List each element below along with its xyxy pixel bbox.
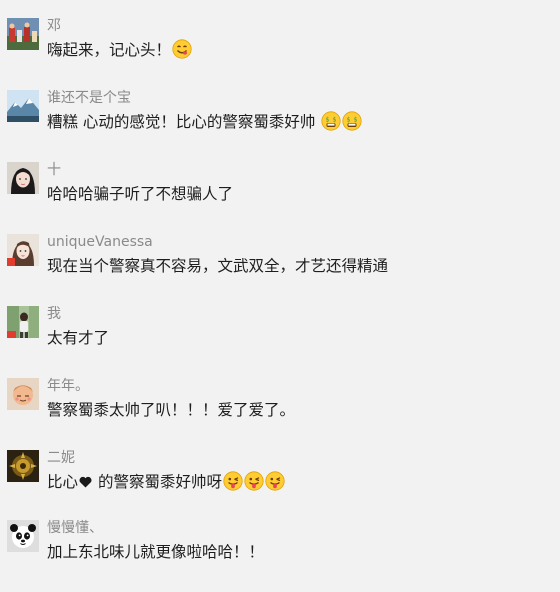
comment-text-before: 比心 xyxy=(47,473,79,491)
comment-item: uniqueVanessa 现在当个警察真不容易，文武双全，才艺还得精通 xyxy=(0,234,560,306)
comment-text: 嗨起来，记心头！ xyxy=(47,39,192,61)
svg-text:$: $ xyxy=(326,117,330,124)
comment-author[interactable]: 谁还不是个宝 xyxy=(47,89,131,107)
comment-text: 太有才了 xyxy=(47,329,110,347)
comment-text: 现在当个警察真不容易，文武双全，才艺还得精通 xyxy=(47,257,389,275)
avatar[interactable] xyxy=(7,520,39,552)
comment-item: 我 太有才了 xyxy=(0,306,560,378)
winking-tongue-face-icon xyxy=(223,471,243,491)
avatar[interactable] xyxy=(7,162,39,194)
comment-item: 十 哈哈哈骗子听了不想骗人了 xyxy=(0,162,560,234)
avatar[interactable] xyxy=(7,450,39,482)
black-heart-icon xyxy=(79,476,92,488)
comment-text: 警察蜀黍太帅了叭！！！爱了爱了。 xyxy=(47,401,296,419)
comment-author[interactable]: uniqueVanessa xyxy=(47,233,153,251)
winking-tongue-face-icon xyxy=(244,471,264,491)
avatar[interactable] xyxy=(7,306,39,338)
svg-text:$: $ xyxy=(333,117,337,124)
money-mouth-face-icon: $ $ xyxy=(321,111,341,131)
comment-item: 年年。 警察蜀黍太帅了叭！！！爱了爱了。 xyxy=(0,378,560,450)
comment-list: 邓 嗨起来，记心头！ 谁还不是个宝 糟糕 心动的感觉！比心的警察蜀黍好帅 $ $ $… xyxy=(0,0,560,567)
comment-author[interactable]: 年年。 xyxy=(47,377,89,395)
comment-item: 邓 嗨起来，记心头！ xyxy=(0,18,560,90)
comment-item: 二妮 比心 的警察蜀黍好帅呀 xyxy=(0,450,560,522)
comment-text-after: 的警察蜀黍好帅呀 xyxy=(93,473,222,491)
avatar[interactable] xyxy=(7,234,39,266)
comment-author[interactable]: 十 xyxy=(47,161,61,179)
avatar[interactable] xyxy=(7,378,39,410)
comment-text: 糟糕 心动的感觉！比心的警察蜀黍好帅 $ $ $ $ xyxy=(47,111,362,133)
comment-text: 比心 的警察蜀黍好帅呀 xyxy=(47,471,285,493)
comment-text: 加上东北味儿就更像啦哈哈！！ xyxy=(47,543,265,561)
comment-item: 慢慢懂、 加上东北味儿就更像啦哈哈！！ xyxy=(0,520,560,592)
avatar[interactable] xyxy=(7,90,39,122)
yum-face-icon xyxy=(172,39,192,59)
comment-author[interactable]: 邓 xyxy=(47,17,61,35)
svg-text:$: $ xyxy=(354,117,358,124)
comment-item: 谁还不是个宝 糟糕 心动的感觉！比心的警察蜀黍好帅 $ $ $ $ xyxy=(0,90,560,162)
comment-author[interactable]: 我 xyxy=(47,305,61,323)
comment-text-content: 糟糕 心动的感觉！比心的警察蜀黍好帅 xyxy=(47,113,321,131)
comment-text: 哈哈哈骗子听了不想骗人了 xyxy=(47,185,234,203)
money-mouth-face-icon: $ $ xyxy=(342,111,362,131)
avatar[interactable] xyxy=(7,18,39,50)
comment-author[interactable]: 二妮 xyxy=(47,449,75,467)
comment-author[interactable]: 慢慢懂、 xyxy=(47,519,103,537)
comment-text-content: 嗨起来，记心头！ xyxy=(47,41,172,59)
svg-text:$: $ xyxy=(347,117,351,124)
winking-tongue-face-icon xyxy=(265,471,285,491)
